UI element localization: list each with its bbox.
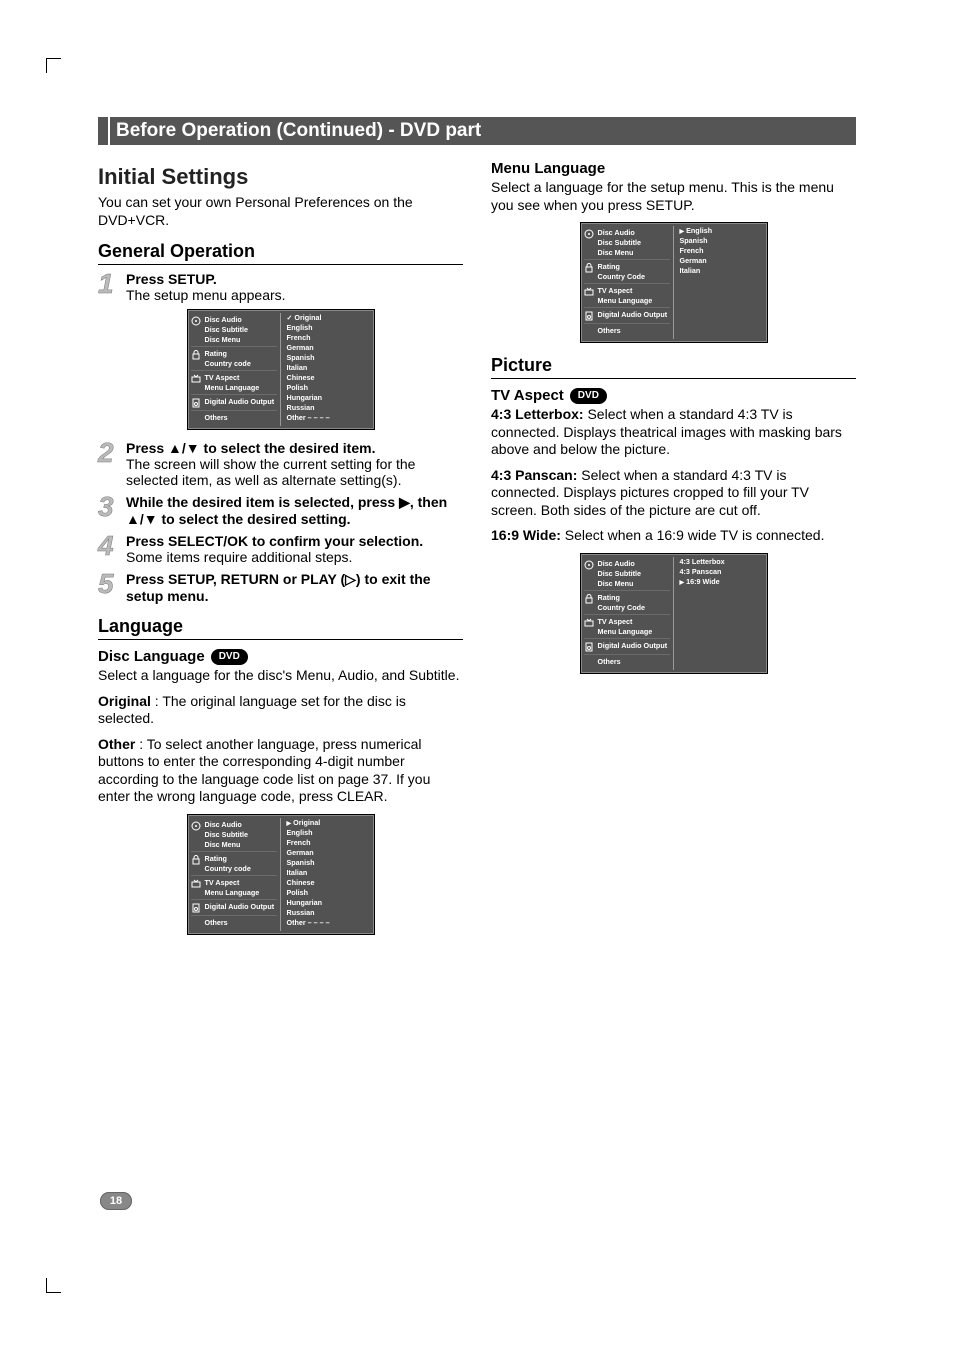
step-2-body: The screen will show the current setting… xyxy=(126,456,415,488)
heading-language: Language xyxy=(98,616,463,640)
step-1-body: The setup menu appears. xyxy=(126,287,286,303)
disc-language-original: Original : The original language set for… xyxy=(98,693,463,728)
heading-disc-language: Disc Language DVD xyxy=(98,648,463,665)
tv-aspect-43ps: 4:3 Panscan: Select when a standard 4:3 … xyxy=(491,467,856,520)
osd-screenshot-disc-language: Disc AudioDisc SubtitleDisc Menu RatingC… xyxy=(187,814,375,935)
speaker-icon xyxy=(191,398,201,408)
heading-initial-settings: Initial Settings xyxy=(98,164,463,190)
osd-screenshot-tv-aspect: Disc AudioDisc SubtitleDisc Menu RatingC… xyxy=(580,553,768,674)
heading-menu-language: Menu Language xyxy=(491,160,856,177)
lock-icon xyxy=(584,263,594,273)
page-content: Before Operation (Continued) - DVD part … xyxy=(98,116,856,945)
step-2: 2 Press ▲/▼ to select the desired item. … xyxy=(98,440,463,488)
disc-language-intro: Select a language for the disc's Menu, A… xyxy=(98,667,463,685)
speaker-icon xyxy=(584,311,594,321)
page-number-badge: 18 xyxy=(100,1192,132,1210)
step-4-body: Some items require additional steps. xyxy=(126,549,352,565)
right-column: Menu Language Select a language for the … xyxy=(491,156,856,945)
heading-general-operation: General Operation xyxy=(98,241,463,265)
menu-language-paragraph: Select a language for the setup menu. Th… xyxy=(491,179,856,214)
tv-icon xyxy=(191,879,201,889)
tv-icon xyxy=(584,287,594,297)
step-number: 5 xyxy=(98,571,120,604)
step-5-lead: Press SETUP, RETURN or PLAY (▷) to exit … xyxy=(126,571,431,604)
left-column: Initial Settings You can set your own Pe… xyxy=(98,156,463,945)
lock-icon xyxy=(191,855,201,865)
tv-aspect-169: 16:9 Wide: Select when a 16:9 wide TV is… xyxy=(491,527,856,545)
heading-picture: Picture xyxy=(491,355,856,379)
section-title-bar: Before Operation (Continued) - DVD part xyxy=(98,116,856,146)
step-number: 3 xyxy=(98,494,120,527)
disc-language-other: Other : To select another language, pres… xyxy=(98,736,463,806)
disc-icon xyxy=(191,316,201,326)
step-1-lead: Press SETUP. xyxy=(126,271,217,287)
step-3-lead: While the desired item is selected, pres… xyxy=(126,494,447,527)
dvd-badge: DVD xyxy=(570,388,607,404)
step-2-lead: Press ▲/▼ to select the desired item. xyxy=(126,440,375,456)
osd-screenshot-menu-language: Disc AudioDisc SubtitleDisc Menu RatingC… xyxy=(580,222,768,343)
heading-tv-aspect: TV Aspect DVD xyxy=(491,387,856,404)
section-title: Before Operation (Continued) - DVD part xyxy=(110,117,856,145)
tv-icon xyxy=(584,618,594,628)
disc-icon xyxy=(584,560,594,570)
lock-icon xyxy=(584,594,594,604)
osd-screenshot-general: Disc AudioDisc SubtitleDisc Menu RatingC… xyxy=(187,309,375,430)
disc-icon xyxy=(584,229,594,239)
intro-paragraph: You can set your own Personal Preference… xyxy=(98,194,463,229)
speaker-icon xyxy=(584,642,594,652)
step-number: 1 xyxy=(98,271,120,303)
lock-icon xyxy=(191,350,201,360)
step-1: 1 Press SETUP. The setup menu appears. xyxy=(98,271,463,303)
step-4: 4 Press SELECT/OK to confirm your select… xyxy=(98,533,463,565)
speaker-icon xyxy=(191,903,201,913)
tv-aspect-43lb: 4:3 Letterbox: Select when a standard 4:… xyxy=(491,406,856,459)
step-number: 2 xyxy=(98,440,120,488)
step-4-lead: Press SELECT/OK to confirm your selectio… xyxy=(126,533,423,549)
step-number: 4 xyxy=(98,533,120,565)
step-3: 3 While the desired item is selected, pr… xyxy=(98,494,463,527)
step-5: 5 Press SETUP, RETURN or PLAY (▷) to exi… xyxy=(98,571,463,604)
disc-icon xyxy=(191,821,201,831)
tv-icon xyxy=(191,374,201,384)
dvd-badge: DVD xyxy=(211,649,248,665)
